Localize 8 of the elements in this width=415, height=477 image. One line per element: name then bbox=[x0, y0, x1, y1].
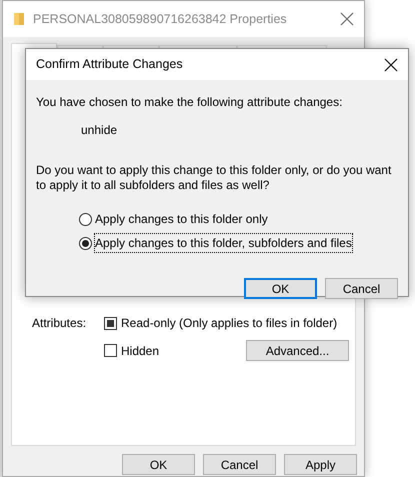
question-text: Do you want to apply this change to this folder only, or do you want to apply it to all subfolders and files as well? bbox=[36, 163, 392, 193]
intro-text: You have chosen to make the following attribute changes: bbox=[36, 94, 344, 111]
checkbox-label: Read-only (Only applies to files in folder) bbox=[121, 315, 338, 332]
window-title: PERSONAL308059890716263842 Properties bbox=[33, 10, 288, 28]
dialog-title: Confirm Attribute Changes bbox=[36, 56, 184, 74]
attributes-label: Attributes: bbox=[32, 315, 88, 332]
checkbox-label: Hidden bbox=[121, 342, 160, 360]
change-text: unhide bbox=[81, 122, 118, 139]
